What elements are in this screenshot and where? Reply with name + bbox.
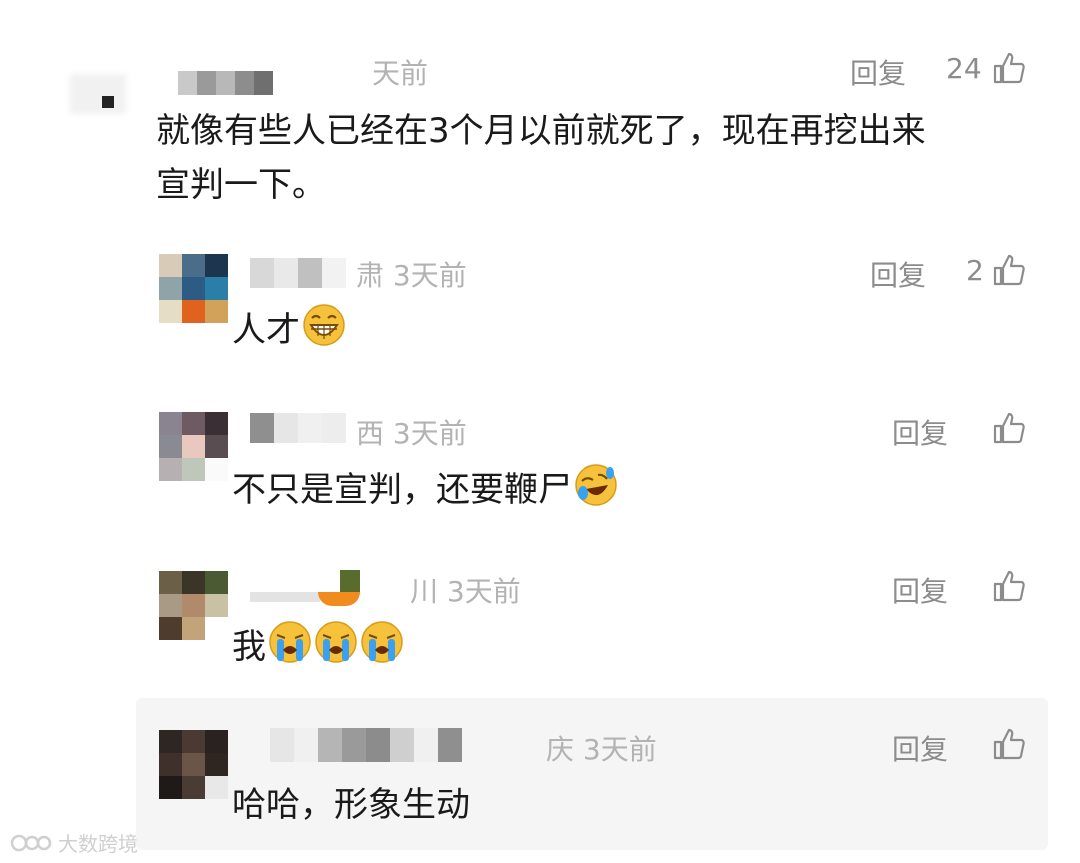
reply-button[interactable]: 回复 <box>892 412 948 452</box>
reply-button[interactable]: 回复 <box>850 52 906 92</box>
reply-time: 川 3天前 <box>410 575 521 608</box>
comment-text-line: 宣判一下。 <box>156 165 326 205</box>
username-redacted[interactable] <box>250 413 346 443</box>
thumbs-up-icon[interactable] <box>992 51 1026 85</box>
brand-logo-icon <box>10 834 52 851</box>
thumbs-up-icon[interactable] <box>992 727 1026 761</box>
comment-text: 就像有些人已经在3个月以前就死了，现在再挖出来 宣判一下。 <box>156 104 1036 212</box>
avatar[interactable] <box>159 254 228 323</box>
like-count: 2 <box>966 254 984 287</box>
reply-text: 我 <box>232 620 404 674</box>
reply-button[interactable]: 回复 <box>870 254 926 294</box>
reply-time: 庆 3天前 <box>546 733 657 766</box>
username-redacted[interactable] <box>250 258 346 288</box>
reply-text-content: 哈哈，形象生动 <box>232 785 470 825</box>
reply-time: 西 3天前 <box>356 417 467 450</box>
avatar[interactable] <box>159 730 228 799</box>
reply-time: 肃 3天前 <box>356 259 467 292</box>
loudly-crying-icon <box>314 620 358 664</box>
username-redacted[interactable] <box>250 570 360 606</box>
watermark-text: 大数跨境 <box>58 832 138 856</box>
reply-text-content: 不只是宣判，还要鞭尸 <box>232 470 572 510</box>
comment-time: 天前 <box>372 57 429 90</box>
like-count: 24 <box>946 52 982 85</box>
rolling-laughing-icon <box>574 463 618 507</box>
reply-button[interactable]: 回复 <box>892 728 948 768</box>
comment-text-line: 就像有些人已经在3个月以前就死了，现在再挖出来 <box>156 111 926 151</box>
reply-text: 哈哈，形象生动 <box>232 778 470 832</box>
thumbs-up-icon[interactable] <box>992 411 1026 445</box>
avatar[interactable] <box>159 412 228 481</box>
avatar[interactable] <box>62 70 134 120</box>
username-redacted[interactable] <box>270 728 462 762</box>
reply-text: 不只是宣判，还要鞭尸 <box>232 463 618 517</box>
reply-text: 人才 <box>232 303 346 357</box>
reply-button[interactable]: 回复 <box>892 570 948 610</box>
watermark: 大数跨境 <box>10 828 138 857</box>
thumbs-up-icon[interactable] <box>992 569 1026 603</box>
avatar[interactable] <box>159 571 228 640</box>
username-redacted[interactable] <box>178 71 273 95</box>
reply-text-content: 我 <box>232 627 266 667</box>
loudly-crying-icon <box>360 620 404 664</box>
reply-text-content: 人才 <box>232 310 300 350</box>
grinning-face-icon <box>302 303 346 347</box>
thumbs-up-icon[interactable] <box>992 253 1026 287</box>
loudly-crying-icon <box>268 620 312 664</box>
